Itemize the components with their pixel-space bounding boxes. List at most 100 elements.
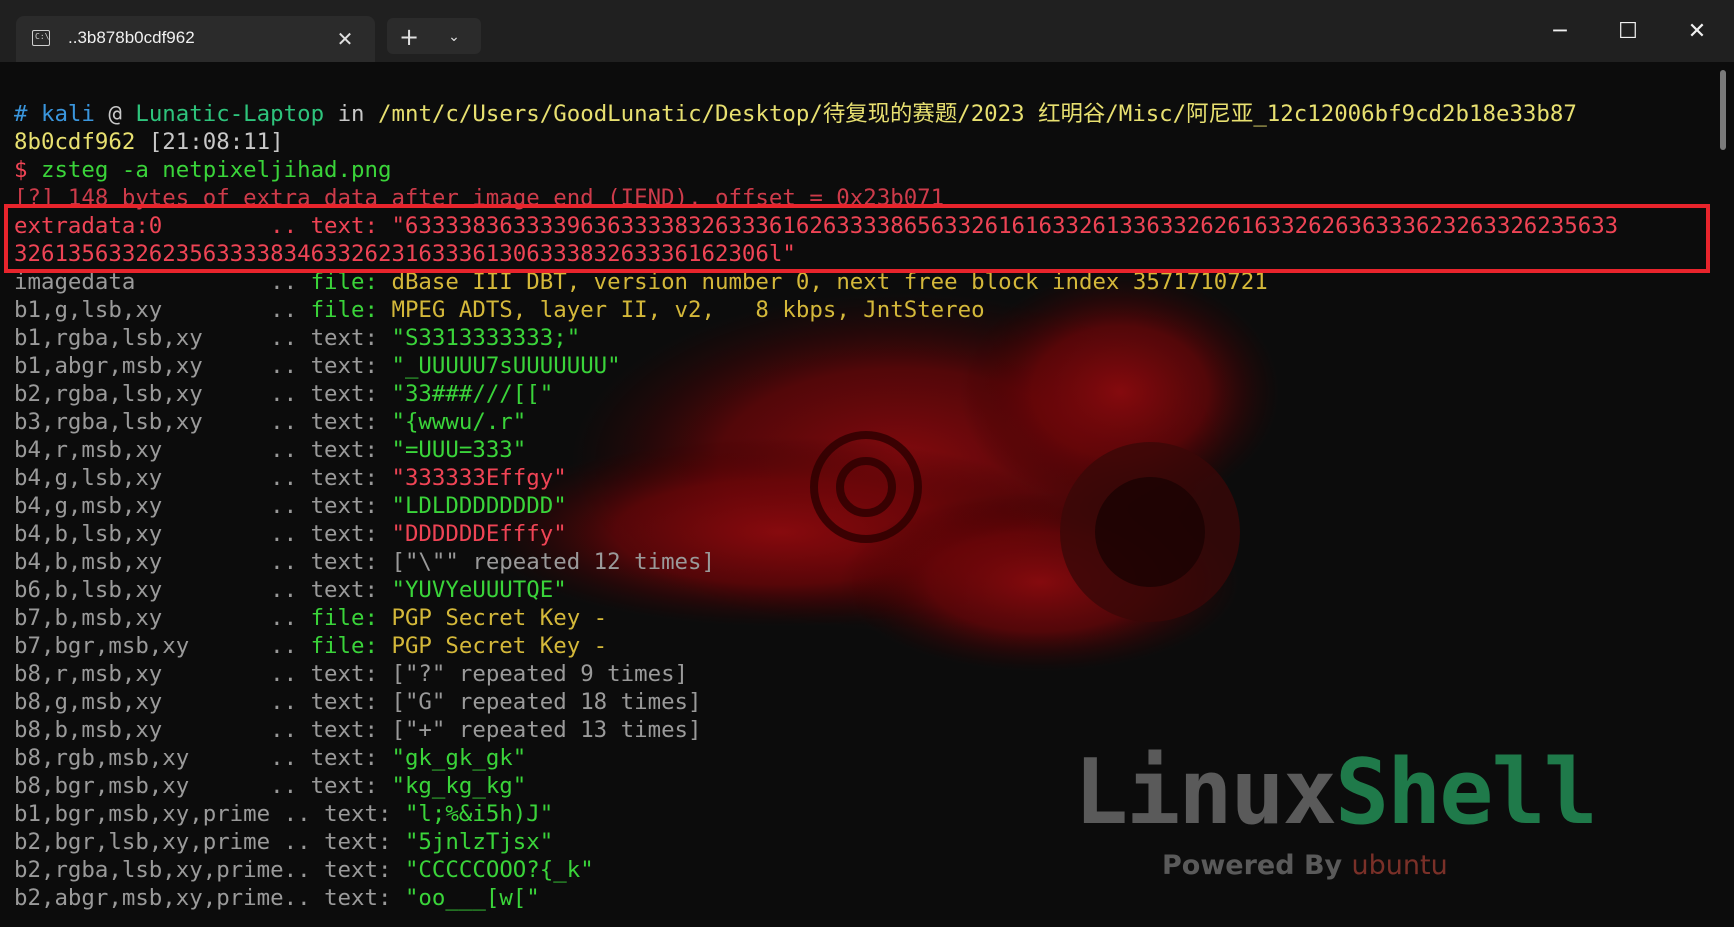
- result-kind: text:: [310, 409, 392, 435]
- result-kind: text:: [310, 661, 392, 687]
- powered-by: Powered By ubuntu: [1162, 850, 1448, 881]
- result-value: "33###///[[": [391, 381, 554, 407]
- terminal-pane[interactable]: # kali @ Lunatic-Laptop in /mnt/c/Users/…: [0, 62, 1734, 927]
- result-key: b6,b,lsb,xy ..: [14, 577, 311, 603]
- result-key: b1,g,lsb,xy ..: [14, 297, 311, 323]
- prompt-in: in: [337, 101, 365, 127]
- result-key: b8,g,msb,xy ..: [14, 689, 311, 715]
- result-row: b8,g,msb,xy .. text: ["G" repeated 18 ti…: [14, 688, 1714, 716]
- result-key: b4,b,lsb,xy ..: [14, 521, 311, 547]
- result-kind: text:: [310, 465, 392, 491]
- result-key: b8,r,msb,xy ..: [14, 661, 311, 687]
- result-key: b4,g,msb,xy ..: [14, 493, 311, 519]
- maximize-button[interactable]: ☐: [1605, 12, 1651, 52]
- terminal-window: C:\ ..3b878b0cdf962 ✕ + ⌄ ─ ☐ ✕ # kali @…: [0, 0, 1734, 927]
- result-key: b2,rgba,lsb,xy ..: [14, 381, 311, 407]
- result-value: "5jnlzTjsx": [404, 829, 554, 855]
- logo-linux: Linux: [1074, 740, 1337, 845]
- prompt-line: # kali @ Lunatic-Laptop in /mnt/c/Users/…: [14, 100, 1714, 128]
- result-value: "_UUUUU7sUUUUUUU": [391, 353, 621, 379]
- command-line: $ zsteg -a netpixeljihad.png: [14, 156, 1714, 184]
- result-row: b4,b,lsb,xy .. text: "DDDDDDEfffy": [14, 520, 1714, 548]
- result-kind: file:: [310, 633, 392, 659]
- result-key: b1,abgr,msb,xy ..: [14, 353, 311, 379]
- logo-shell: Shell: [1334, 740, 1598, 845]
- result-row: b4,r,msb,xy .. text: "=UUU=333": [14, 436, 1714, 464]
- result-value: "kg_kg_kg": [391, 773, 527, 799]
- result-key: b3,rgba,lsb,xy ..: [14, 409, 311, 435]
- result-value: "{wwwu/.r": [391, 409, 527, 435]
- tab-active[interactable]: C:\ ..3b878b0cdf962 ✕: [16, 16, 375, 62]
- result-kind: text:: [310, 437, 392, 463]
- result-kind: text:: [310, 717, 392, 743]
- result-key: b2,rgba,lsb,xy,prime..: [14, 857, 325, 883]
- result-value: "YUVYeUUUTQE": [391, 577, 567, 603]
- result-value: MPEG ADTS, layer II, v2, 8 kbps, JntSter…: [391, 297, 985, 323]
- result-row: b2,abgr,msb,xy,prime.. text: "oo___[w[": [14, 884, 1714, 912]
- result-row: b4,b,msb,xy .. text: ["\"" repeated 12 t…: [14, 548, 1714, 576]
- result-kind: text:: [310, 493, 392, 519]
- linuxshell-logo: LinuxShell: [1074, 748, 1598, 838]
- prompt-dollar: $: [14, 157, 28, 183]
- result-kind: text:: [324, 885, 405, 911]
- chevron-down-icon[interactable]: ⌄: [436, 20, 472, 54]
- result-value: ["?" repeated 9 times]: [391, 661, 689, 687]
- result-row: b1,abgr,msb,xy .. text: "_UUUUU7sUUUUUUU…: [14, 352, 1714, 380]
- title-bar: C:\ ..3b878b0cdf962 ✕ + ⌄ ─ ☐ ✕: [0, 0, 1734, 62]
- result-value: "DDDDDDEfffy": [391, 521, 567, 547]
- result-value: "LDLDDDDDDDD": [391, 493, 567, 519]
- result-row: b2,rgba,lsb,xy .. text: "33###///[[": [14, 380, 1714, 408]
- result-kind: text:: [310, 381, 392, 407]
- command-text: zsteg -a netpixeljihad.png: [40, 157, 392, 183]
- prompt-at: @: [108, 101, 122, 127]
- close-tab-icon[interactable]: ✕: [330, 24, 360, 54]
- prompt-user: kali: [40, 101, 95, 127]
- result-key: b8,bgr,msb,xy ..: [14, 773, 311, 799]
- result-key: b2,bgr,lsb,xy,prime ..: [14, 829, 325, 855]
- powered-text: Powered By: [1162, 850, 1352, 881]
- result-value: "S3313333333;": [391, 325, 581, 351]
- result-row: b8,r,msb,xy .. text: ["?" repeated 9 tim…: [14, 660, 1714, 688]
- result-key: b7,bgr,msb,xy ..: [14, 633, 311, 659]
- prompt-path-cont: 8b0cdf962: [14, 129, 136, 155]
- result-value: "gk_gk_gk": [391, 745, 527, 771]
- result-value: "oo___[w[": [404, 885, 540, 911]
- highlight-box: [4, 204, 1710, 273]
- prompt-path: /mnt/c/Users/GoodLunatic/Desktop/待复现的赛题/…: [378, 101, 1577, 127]
- result-kind: text:: [310, 549, 392, 575]
- result-value: ["+" repeated 13 times]: [391, 717, 702, 743]
- result-kind: text:: [324, 829, 405, 855]
- result-key: b1,bgr,msb,xy,prime ..: [14, 801, 325, 827]
- terminal-icon: C:\: [32, 30, 50, 46]
- result-value: "CCCCCOOO?{_k": [404, 857, 594, 883]
- result-row: b4,g,lsb,xy .. text: "333333Effgy": [14, 464, 1714, 492]
- result-value: "333333Effgy": [391, 465, 567, 491]
- scrollbar-thumb[interactable]: [1720, 70, 1726, 150]
- result-row: b2,rgba,lsb,xy,prime.. text: "CCCCCOOO?{…: [14, 856, 1714, 884]
- result-kind: text:: [310, 521, 392, 547]
- new-tab-button[interactable]: +: [391, 20, 427, 54]
- result-kind: text:: [310, 689, 392, 715]
- prompt-line-2: 8b0cdf962 [21:08:11]: [14, 128, 1714, 156]
- minimize-button[interactable]: ─: [1537, 12, 1583, 52]
- prompt-host: Lunatic-Laptop: [135, 101, 325, 127]
- close-window-button[interactable]: ✕: [1674, 12, 1720, 52]
- result-key: b4,r,msb,xy ..: [14, 437, 311, 463]
- result-kind: text:: [310, 577, 392, 603]
- result-key: b8,b,msb,xy ..: [14, 717, 311, 743]
- result-value: "=UUU=333": [391, 437, 527, 463]
- result-kind: text:: [310, 353, 392, 379]
- result-row: b1,g,lsb,xy .. file: MPEG ADTS, layer II…: [14, 296, 1714, 324]
- result-key: b8,rgb,msb,xy ..: [14, 745, 311, 771]
- result-row: b7,bgr,msb,xy .. file: PGP Secret Key -: [14, 632, 1714, 660]
- result-value: "l;%&i5h)J": [404, 801, 554, 827]
- result-kind: file:: [310, 297, 392, 323]
- result-kind: text:: [310, 745, 392, 771]
- result-key: b4,b,msb,xy ..: [14, 549, 311, 575]
- result-key: b2,abgr,msb,xy,prime..: [14, 885, 325, 911]
- result-value: PGP Secret Key -: [391, 605, 608, 631]
- result-kind: text:: [310, 325, 392, 351]
- result-row: b3,rgba,lsb,xy .. text: "{wwwu/.r": [14, 408, 1714, 436]
- result-row: b6,b,lsb,xy .. text: "YUVYeUUUTQE": [14, 576, 1714, 604]
- prompt-hash: #: [14, 101, 28, 127]
